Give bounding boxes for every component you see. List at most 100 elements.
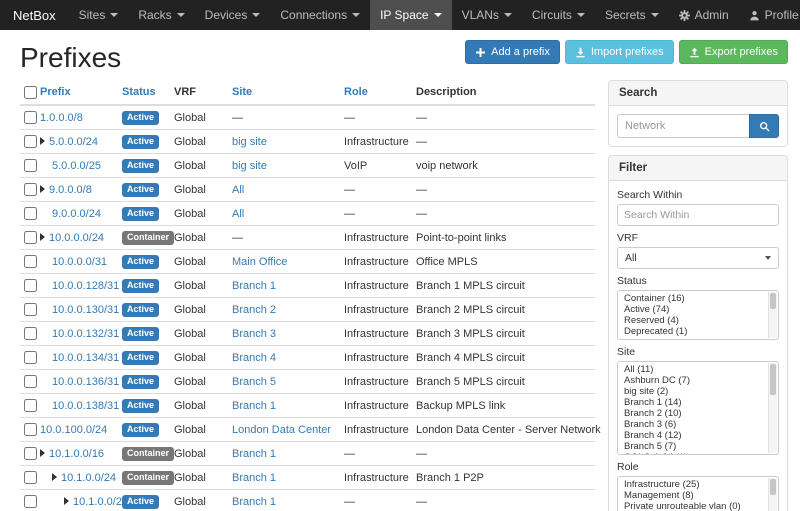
row-checkbox[interactable] [24, 447, 37, 460]
row-checkbox[interactable] [24, 375, 37, 388]
select-option[interactable]: big site (2) [618, 386, 766, 397]
nav-item-sites[interactable]: Sites [69, 0, 129, 30]
row-checkbox[interactable] [24, 423, 37, 436]
site-link[interactable]: Branch 1 [232, 472, 276, 484]
prefix-link[interactable]: 10.0.0.128/31 [52, 280, 119, 292]
prefix-link[interactable]: 10.1.0.0/24 [61, 472, 116, 484]
select-option[interactable]: Branch 5 (7) [618, 441, 766, 452]
select-option[interactable]: Branch 3 (6) [618, 419, 766, 430]
select-option[interactable]: COLO-1-24 (1) [618, 452, 766, 455]
prefix-link[interactable]: 5.0.0.0/24 [49, 136, 98, 148]
scrollbar-thumb[interactable] [770, 364, 776, 395]
row-checkbox[interactable] [24, 255, 37, 268]
select-option[interactable]: Branch 1 (14) [618, 397, 766, 408]
row-checkbox[interactable] [24, 111, 37, 124]
nav-item-devices[interactable]: Devices [195, 0, 271, 30]
prefix-link[interactable]: 10.0.0.130/31 [52, 304, 119, 316]
site-link[interactable]: Branch 1 [232, 448, 276, 460]
site-link[interactable]: Main Office [232, 256, 287, 268]
prefix-link[interactable]: 10.0.0.0/24 [49, 232, 104, 244]
prefix-link[interactable]: 10.0.0.136/31 [52, 376, 119, 388]
scrollbar[interactable] [768, 363, 777, 453]
search-input[interactable] [617, 114, 749, 138]
scrollbar[interactable] [768, 292, 777, 338]
search-within-input[interactable] [617, 204, 779, 226]
site-link[interactable]: Branch 1 [232, 400, 276, 412]
export-prefixes-button[interactable]: Export prefixes [679, 40, 788, 64]
column-header-role[interactable]: Role [340, 80, 412, 105]
site-link[interactable]: Branch 2 [232, 304, 276, 316]
site-link[interactable]: Branch 1 [232, 496, 276, 508]
nav-item-admin[interactable]: Admin [669, 0, 739, 30]
scrollbar[interactable] [768, 478, 777, 511]
nav-item-profile[interactable]: Profile [739, 0, 800, 30]
site-link[interactable]: Branch 5 [232, 376, 276, 388]
nav-item-racks[interactable]: Racks [128, 0, 194, 30]
column-header-site[interactable]: Site [228, 80, 340, 105]
select-option[interactable]: Deprecated (1) [618, 326, 766, 337]
select-all-checkbox[interactable] [24, 86, 37, 99]
select-option[interactable]: Container (16) [618, 293, 766, 304]
row-checkbox[interactable] [24, 207, 37, 220]
select-option[interactable]: Management (8) [618, 490, 766, 501]
prefix-cell: 10.0.100.0/24 [36, 418, 118, 442]
row-checkbox[interactable] [24, 399, 37, 412]
site-link[interactable]: Branch 1 [232, 280, 276, 292]
row-checkbox[interactable] [24, 231, 37, 244]
prefix-link[interactable]: 10.1.0.0/16 [49, 448, 104, 460]
row-checkbox[interactable] [24, 471, 37, 484]
site-link[interactable]: Branch 4 [232, 352, 276, 364]
column-header-status[interactable]: Status [118, 80, 170, 105]
row-checkbox[interactable] [24, 495, 37, 508]
site-link[interactable]: All [232, 184, 244, 196]
select-option[interactable]: Active (74) [618, 304, 766, 315]
app-logo[interactable]: NetBox [0, 0, 69, 30]
prefix-link[interactable]: 10.0.0.134/31 [52, 352, 119, 364]
site-link[interactable]: All [232, 208, 244, 220]
site-link[interactable]: big site [232, 136, 267, 148]
prefix-link[interactable]: 10.0.0.138/31 [52, 400, 119, 412]
prefix-link[interactable]: 5.0.0.0/25 [52, 160, 101, 172]
prefix-link[interactable]: 10.0.100.0/24 [40, 424, 107, 436]
select-option[interactable]: Infrastructure (25) [618, 479, 766, 490]
select-option[interactable]: Private unrouteable vlan (0) [618, 501, 766, 511]
row-checkbox[interactable] [24, 135, 37, 148]
row-checkbox[interactable] [24, 159, 37, 172]
site-link[interactable]: London Data Center [232, 424, 331, 436]
expand-arrow-icon [64, 497, 69, 505]
site-link[interactable]: Branch 3 [232, 328, 276, 340]
prefix-link[interactable]: 9.0.0.0/24 [52, 208, 101, 220]
row-checkbox[interactable] [24, 279, 37, 292]
select-option[interactable]: Branch 4 (12) [618, 430, 766, 441]
import-prefixes-button[interactable]: Import prefixes [565, 40, 674, 64]
row-checkbox[interactable] [24, 303, 37, 316]
scrollbar-thumb[interactable] [770, 293, 776, 309]
prefix-link[interactable]: 10.1.0.0/25 [73, 496, 128, 508]
search-button[interactable] [749, 114, 779, 138]
table-row: 10.0.0.130/31ActiveGlobalBranch 2Infrast… [20, 298, 595, 322]
select-option[interactable]: Ashburn DC (7) [618, 375, 766, 386]
select-option[interactable]: All (11) [618, 364, 766, 375]
vrf-select[interactable]: All [617, 247, 779, 269]
select-option[interactable]: Branch 2 (10) [618, 408, 766, 419]
nav-item-ip-space[interactable]: IP Space [370, 0, 451, 30]
nav-item-vlans[interactable]: VLANs [452, 0, 522, 30]
nav-item-connections[interactable]: Connections [270, 0, 370, 30]
site-cell: All [228, 178, 340, 202]
site-multiselect: All (11)Ashburn DC (7)big site (2)Branch… [617, 361, 779, 455]
prefix-link[interactable]: 10.0.0.132/31 [52, 328, 119, 340]
column-header-prefix[interactable]: Prefix [36, 80, 118, 105]
prefix-link[interactable]: 10.0.0.0/31 [52, 256, 107, 268]
site-link[interactable]: big site [232, 160, 267, 172]
role-value: — [344, 448, 355, 460]
nav-item-secrets[interactable]: Secrets [595, 0, 669, 30]
row-checkbox[interactable] [24, 351, 37, 364]
add-a-prefix-button[interactable]: Add a prefix [465, 40, 560, 64]
select-option[interactable]: Reserved (4) [618, 315, 766, 326]
row-checkbox[interactable] [24, 327, 37, 340]
scrollbar-thumb[interactable] [770, 479, 776, 495]
prefix-link[interactable]: 9.0.0.0/8 [49, 184, 92, 196]
row-checkbox[interactable] [24, 183, 37, 196]
nav-item-circuits[interactable]: Circuits [522, 0, 595, 30]
prefix-link[interactable]: 1.0.0.0/8 [40, 112, 83, 124]
